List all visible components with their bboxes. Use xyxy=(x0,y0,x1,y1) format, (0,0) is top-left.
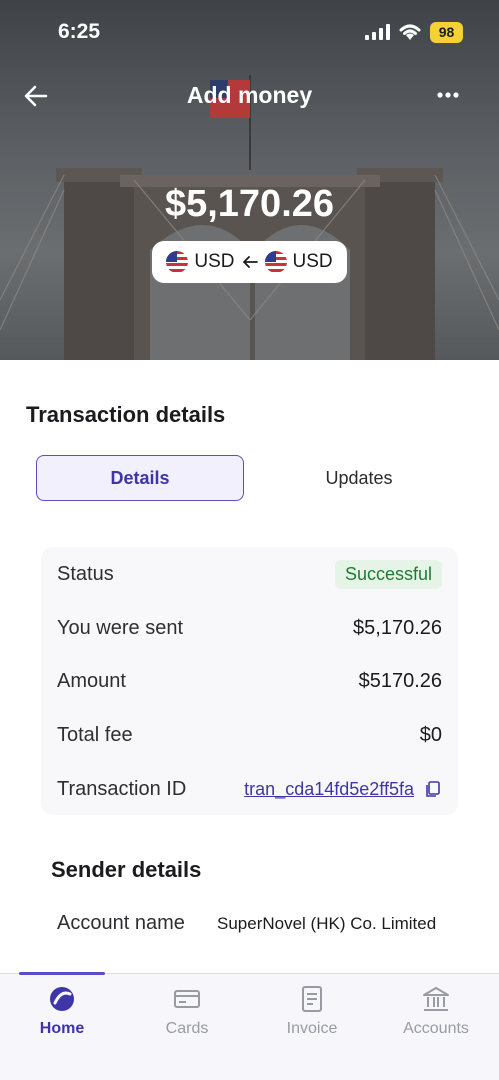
transaction-amount: $5,170.26 xyxy=(164,183,335,225)
tab-home[interactable]: Home xyxy=(12,984,112,1054)
invoice-icon xyxy=(302,986,322,1012)
wifi-icon xyxy=(399,24,421,40)
sent-label: You were sent xyxy=(57,616,184,639)
currency-pair-chip: USD USD xyxy=(152,241,347,283)
status-time: 6:25 xyxy=(58,20,101,43)
sender-details-title: Sender details xyxy=(51,857,202,882)
transaction-details-card: Status Successful You were sent $5,170.2… xyxy=(41,547,458,815)
tab-accounts-label: Accounts xyxy=(403,1020,469,1037)
transaction-id-label: Transaction ID xyxy=(57,777,187,800)
amount-label: Amount xyxy=(57,669,126,692)
transaction-id-link[interactable]: tran_cda14fd5e2ff5fa xyxy=(244,779,414,800)
to-currency: USD xyxy=(292,251,333,272)
tab-cards[interactable]: Cards xyxy=(137,984,237,1054)
details-tabs: Details Updates xyxy=(36,455,476,501)
bottom-tab-bar: Home Cards Invoice Accounts xyxy=(0,972,499,1080)
copy-icon[interactable] xyxy=(424,780,442,798)
status-label: Status xyxy=(57,562,114,585)
battery-indicator: 98 xyxy=(430,22,463,43)
active-tab-indicator xyxy=(19,972,105,975)
from-currency: USD xyxy=(194,251,235,272)
fee-row: Total fee $0 xyxy=(57,720,442,750)
page-title: Add money xyxy=(186,82,313,108)
arrow-left-small-icon xyxy=(242,256,258,268)
status-badge: Successful xyxy=(334,559,442,589)
account-name-value: SuperNovel (HK) Co. Limited xyxy=(217,913,437,933)
amount-value: $5170.26 xyxy=(358,669,442,692)
account-name-label: Account name xyxy=(57,912,185,934)
sent-value: $5,170.26 xyxy=(353,616,442,639)
transaction-details-title: Transaction details xyxy=(26,402,226,427)
transaction-id-group: tran_cda14fd5e2ff5fa xyxy=(244,779,442,800)
cellular-signal-icon xyxy=(365,24,390,40)
bank-icon xyxy=(423,987,449,1011)
tab-cards-label: Cards xyxy=(165,1020,209,1037)
tab-invoice-label: Invoice xyxy=(286,1020,338,1037)
status-row: Status Successful xyxy=(57,559,442,589)
transaction-id-row: Transaction ID tran_cda14fd5e2ff5fa xyxy=(57,774,442,804)
status-bar: 6:25 98 xyxy=(0,0,499,64)
tab-accounts[interactable]: Accounts xyxy=(386,984,486,1054)
card-icon xyxy=(174,990,200,1008)
tab-updates[interactable]: Updates xyxy=(254,455,464,501)
us-flag-icon xyxy=(166,251,189,273)
tab-invoice[interactable]: Invoice xyxy=(262,984,362,1054)
tab-details[interactable]: Details xyxy=(36,455,244,501)
top-nav: Add money xyxy=(0,70,499,120)
account-name-row: Account name SuperNovel (HK) Co. Limited xyxy=(57,912,447,935)
fee-label: Total fee xyxy=(57,723,133,746)
sent-row: You were sent $5,170.26 xyxy=(57,613,442,643)
home-logo-icon xyxy=(50,987,74,1011)
us-flag-icon xyxy=(264,251,287,273)
tab-home-label: Home xyxy=(39,1020,85,1037)
more-dots-icon[interactable] xyxy=(434,84,462,106)
hero-banner: 6:25 98 Add money $5,170.26 USD USD xyxy=(0,0,499,360)
amount-row: Amount $5170.26 xyxy=(57,666,442,696)
fee-value: $0 xyxy=(419,723,442,746)
